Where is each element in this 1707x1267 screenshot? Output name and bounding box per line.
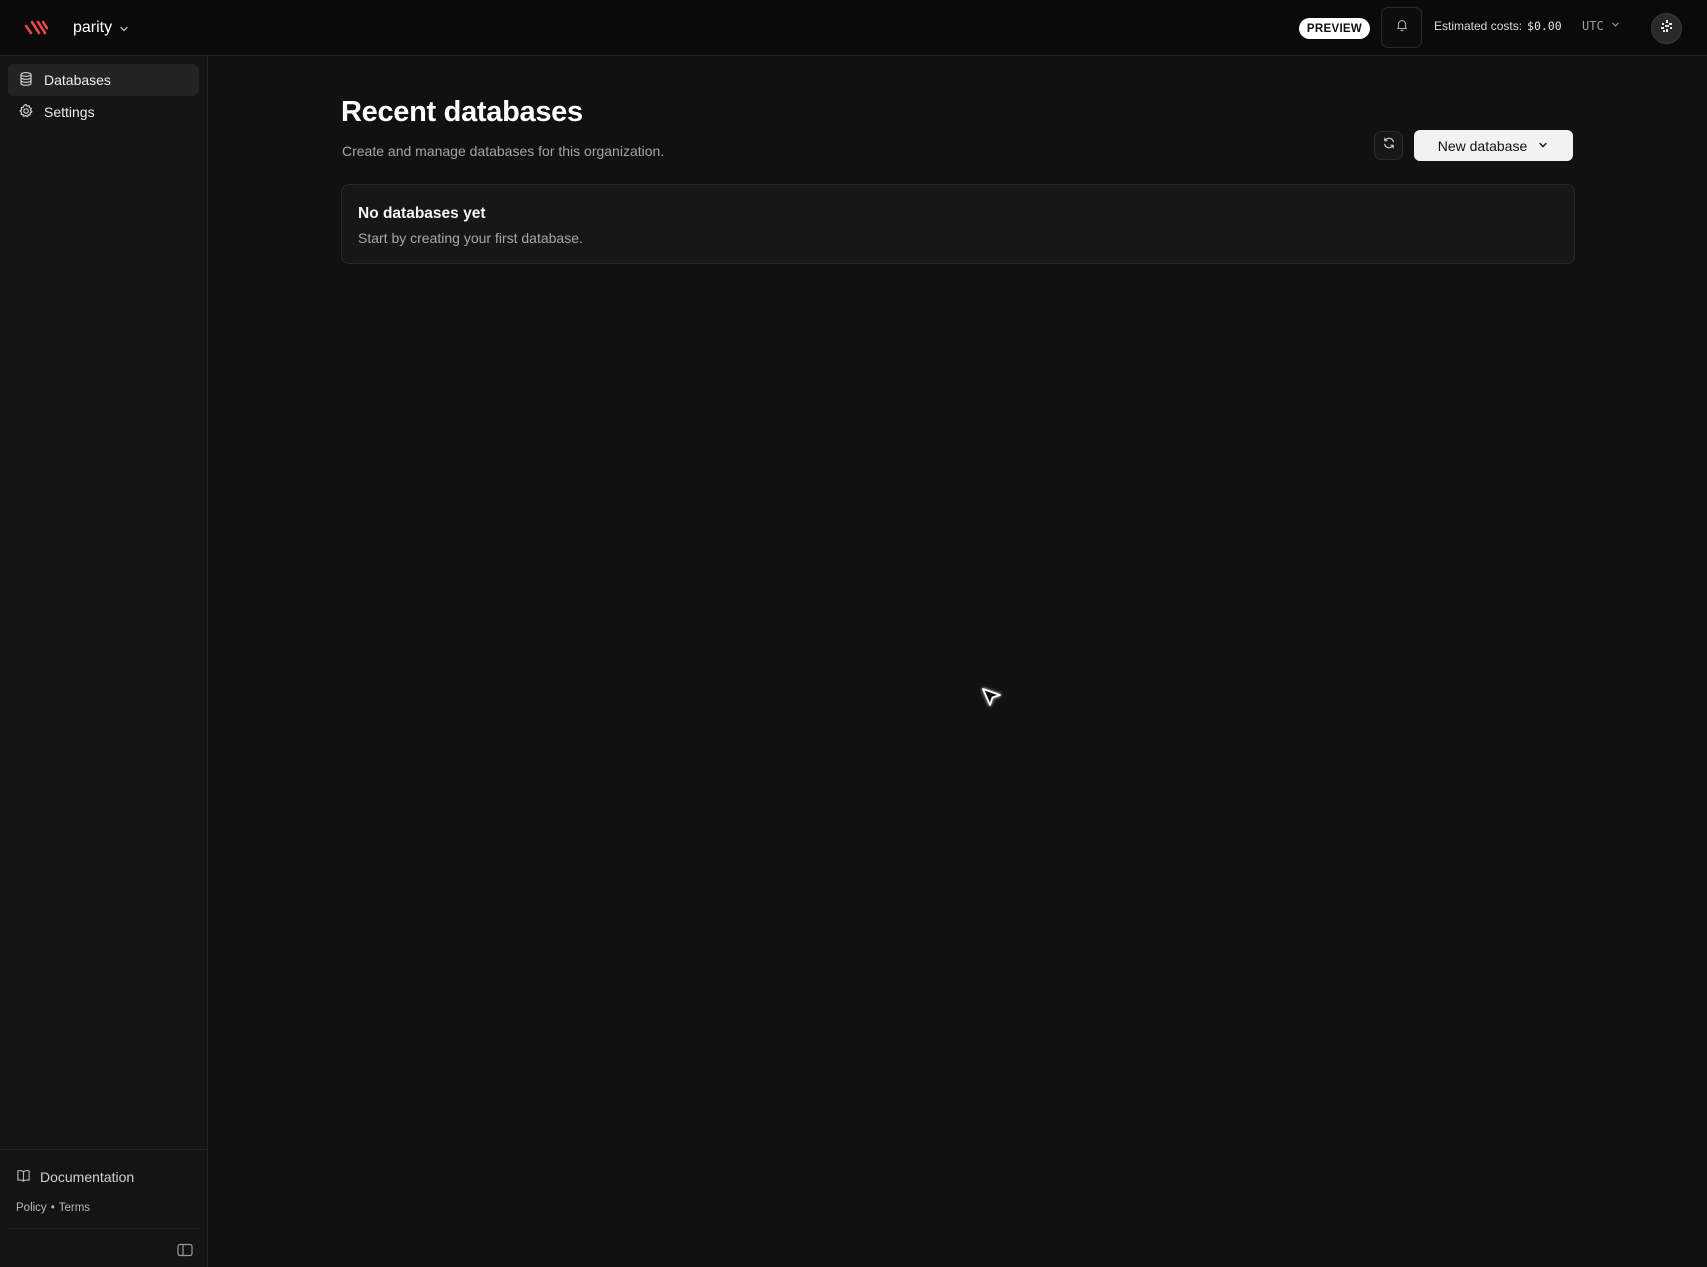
- database-icon: [18, 71, 34, 90]
- legal-links: Policy • Terms: [16, 1202, 90, 1214]
- org-switcher[interactable]: parity: [73, 16, 130, 40]
- legal-separator: •: [50, 1202, 55, 1214]
- brand-logo-icon[interactable]: [24, 18, 49, 38]
- mouse-pointer-icon: [980, 685, 1004, 711]
- preview-badge: PREVIEW: [1299, 18, 1370, 39]
- documentation-link[interactable]: Documentation: [16, 1168, 134, 1186]
- chevron-down-icon: [118, 22, 130, 34]
- new-database-button[interactable]: New database: [1414, 130, 1573, 161]
- policy-link[interactable]: Policy: [16, 1202, 47, 1214]
- sidebar-footer: Documentation Policy • Terms: [0, 1149, 207, 1267]
- divider: [8, 1228, 199, 1229]
- chevron-down-icon: [1537, 138, 1549, 154]
- bell-icon: [1395, 18, 1409, 37]
- avatar-pattern-icon: [1659, 18, 1675, 39]
- user-avatar[interactable]: [1651, 13, 1682, 44]
- refresh-button[interactable]: [1374, 131, 1403, 160]
- page-title: Recent databases: [341, 96, 583, 128]
- sidebar-item-settings[interactable]: Settings: [8, 96, 199, 128]
- new-database-label: New database: [1437, 137, 1528, 154]
- book-icon: [16, 1168, 31, 1186]
- costs-value: $0.00: [1527, 19, 1562, 33]
- empty-state-card: No databases yet Start by creating your …: [341, 184, 1575, 264]
- empty-state-title: No databases yet: [358, 205, 486, 222]
- page-subtitle: Create and manage databases for this org…: [342, 143, 665, 159]
- empty-state-description: Start by creating your first database.: [358, 230, 583, 246]
- top-bar: parity PREVIEW Estimated costs: $0.00 UT…: [0, 0, 1707, 56]
- main-content: Recent databases Create and manage datab…: [208, 56, 1707, 1267]
- timezone-selector[interactable]: UTC: [1582, 19, 1621, 33]
- timezone-label: UTC: [1582, 19, 1604, 33]
- terms-link[interactable]: Terms: [59, 1202, 90, 1214]
- sidebar-item-label: Settings: [44, 104, 95, 120]
- sidebar-collapse-icon[interactable]: [176, 1242, 194, 1258]
- notifications-button[interactable]: [1381, 7, 1422, 48]
- estimated-costs: Estimated costs: $0.00: [1434, 19, 1562, 33]
- sidebar: Databases Settings Documentation Policy …: [0, 56, 208, 1267]
- sidebar-item-databases[interactable]: Databases: [8, 64, 199, 96]
- chevron-down-icon: [1610, 19, 1621, 33]
- gear-icon: [18, 103, 34, 122]
- documentation-label: Documentation: [40, 1169, 135, 1185]
- sidebar-item-label: Databases: [44, 72, 111, 88]
- refresh-icon: [1382, 136, 1396, 155]
- org-name: parity: [73, 19, 113, 36]
- costs-label: Estimated costs:: [1434, 19, 1523, 33]
